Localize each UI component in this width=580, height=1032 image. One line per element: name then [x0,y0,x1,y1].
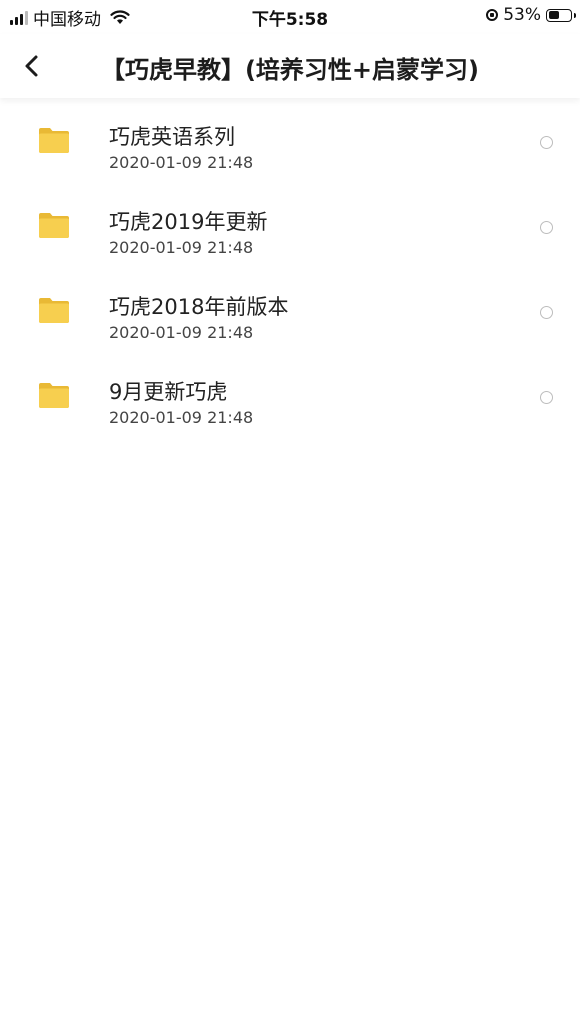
file-list: 巧虎英语系列 2020-01-09 21:48 巧虎2019年更新 2020-01-0… [0,100,580,440]
folder-icon [39,383,69,408]
folder-icon [39,298,69,323]
file-date: 2020-01-09 21:48 [109,238,254,257]
file-name: 巧虎英语系列 [109,125,235,149]
file-row[interactable]: 巧虎英语系列 2020-01-09 21:48 [0,100,580,185]
select-radio[interactable] [540,221,553,234]
file-row[interactable]: 9月更新巧虎 2020-01-09 21:48 [0,355,580,440]
folder-icon [39,128,69,153]
file-name: 巧虎2018年前版本 [109,295,289,319]
select-radio[interactable] [540,136,553,149]
status-right: 53% [486,5,576,25]
orientation-lock-icon [486,9,499,21]
select-radio[interactable] [540,391,553,404]
select-radio[interactable] [540,306,553,319]
file-name: 9月更新巧虎 [109,380,228,404]
file-row[interactable]: 巧虎2018年前版本 2020-01-09 21:48 [0,270,580,355]
file-date: 2020-01-09 21:48 [109,153,254,172]
file-row[interactable]: 巧虎2019年更新 2020-01-09 21:48 [0,185,580,270]
file-date: 2020-01-09 21:48 [109,408,254,427]
file-name: 巧虎2019年更新 [109,210,268,234]
status-bar: 中国移动 下午5:58 53% [0,0,580,34]
battery-percent: 53% [503,5,541,25]
page-title: 【巧虎早教】(培养习性+启蒙学习) [100,56,480,84]
battery-icon [546,8,576,22]
file-date: 2020-01-09 21:48 [109,323,254,342]
nav-header: 【巧虎早教】(培养习性+启蒙学习) [0,34,580,98]
folder-icon [39,213,69,238]
battery-fill [548,11,560,19]
